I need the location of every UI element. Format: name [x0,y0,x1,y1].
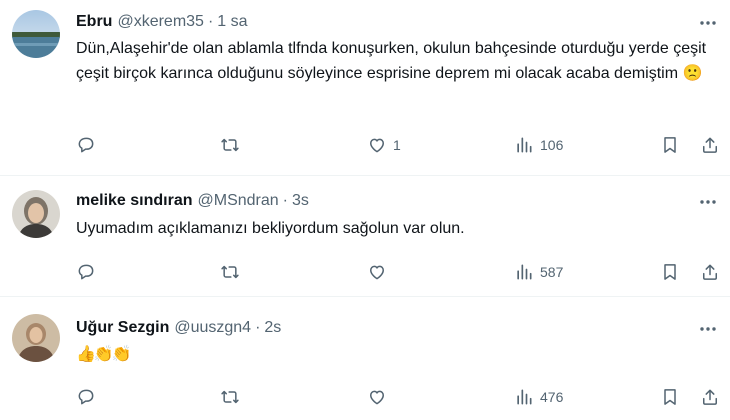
share-icon [703,137,717,153]
avatar-person-image [12,190,60,238]
user-handle[interactable]: @MSndran [198,192,279,210]
bookmark-button[interactable] [660,133,680,157]
like-button[interactable] [367,260,387,284]
tweet-text: Uyumadım açıklamanızı bekliyordum sağolu… [76,220,465,237]
avatar[interactable] [12,10,60,58]
like-icon [370,265,384,280]
views-count: 106 [540,137,564,153]
reply-button[interactable] [76,385,96,409]
bookmark-button[interactable] [660,260,680,284]
like-button[interactable] [367,385,387,409]
share-button[interactable] [700,133,720,157]
retweet-button[interactable] [220,385,240,409]
more-icon[interactable] [698,13,718,33]
share-icon [703,389,717,405]
views-button[interactable]: 476 [514,385,563,409]
reply-button[interactable] [76,260,96,284]
reply-icon [78,264,94,280]
reply-button[interactable] [76,133,96,157]
bookmark-icon [664,389,676,405]
like-count: 1 [393,137,401,153]
retweet-button[interactable] [220,260,240,284]
views-button[interactable]: 106 [514,133,563,157]
more-icon[interactable] [698,319,718,339]
reply-icon [78,137,94,153]
avatar-landscape-image [12,10,60,58]
like-icon [370,390,384,405]
separator-dot: · [207,13,214,30]
separator-dot: · [255,319,261,336]
views-icon [517,137,532,153]
tweet-actions: 476 [0,385,730,409]
like-icon [370,138,384,153]
user-name[interactable]: melike sındıran [76,192,193,210]
user-handle[interactable]: @uuszgn4 [174,319,251,337]
avatar-person-image [12,314,60,362]
tweet-ebru[interactable]: Ebru @xkerem35 · 1 sa Dün,Alaşehir'de ol… [0,0,730,176]
avatar[interactable] [12,190,60,238]
retweet-icon [221,138,239,152]
tweet-text: Dün,Alaşehir'de olan ablamla tlfnda konu… [76,40,707,82]
reply-icon [78,389,94,405]
retweet-icon [221,390,239,404]
tweet-text: 👍👏👏 [76,346,132,363]
share-button[interactable] [700,385,720,409]
avatar[interactable] [12,314,60,362]
user-handle[interactable]: @xkerem35 [117,13,204,31]
tweet-header: Ebru @xkerem35 · 1 sa [76,11,248,33]
share-button[interactable] [700,260,720,284]
tweet-ugur[interactable]: Uğur Sezgin @uuszgn4 · 2s 👍👏👏 476 [0,298,730,420]
share-icon [703,264,717,280]
views-button[interactable]: 587 [514,260,563,284]
like-button[interactable]: 1 [367,133,401,157]
bookmark-button[interactable] [660,385,680,409]
bookmark-icon [664,137,676,153]
more-icon[interactable] [698,192,718,212]
views-icon [517,264,532,280]
tweet-actions: 1 106 [0,133,730,157]
retweet-icon [221,265,239,279]
tweet-header: Uğur Sezgin @uuszgn4 · 2s [76,317,281,339]
views-count: 587 [540,264,564,280]
views-icon [517,389,532,405]
views-count: 476 [540,389,564,405]
tweet-time[interactable]: 3s [292,192,309,210]
tweet-feed: Ebru @xkerem35 · 1 sa Dün,Alaşehir'de ol… [0,0,730,420]
tweet-time[interactable]: 2s [264,319,281,337]
bookmark-icon [664,264,676,280]
separator-dot: · [282,192,288,209]
tweet-header: melike sındıran @MSndran · 3s [76,190,309,212]
tweet-actions: 587 [0,260,730,284]
tweet-time[interactable]: 1 sa [217,13,247,31]
retweet-button[interactable] [220,133,240,157]
user-name[interactable]: Uğur Sezgin [76,319,169,337]
user-name[interactable]: Ebru [76,13,112,31]
tweet-melike[interactable]: melike sındıran @MSndran · 3s Uyumadım a… [0,177,730,297]
